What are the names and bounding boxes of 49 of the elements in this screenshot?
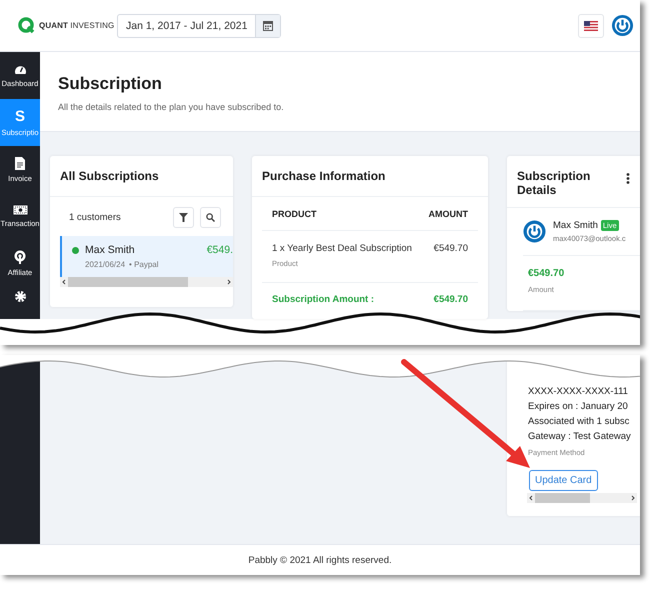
- page-subtitle: All the details related to the plan you have subscribed to.: [58, 102, 285, 112]
- more-options-icon[interactable]: [626, 173, 630, 184]
- horizontal-scrollbar[interactable]: [60, 277, 233, 287]
- chevron-left-icon[interactable]: [60, 277, 68, 287]
- antenna-icon: [14, 250, 26, 264]
- total-label: Subscription Amount :: [272, 294, 374, 305]
- customer-name: Max Smith: [553, 220, 598, 231]
- chevron-right-icon[interactable]: [225, 277, 233, 287]
- total-amount: €549.70: [434, 294, 468, 305]
- language-button[interactable]: [578, 14, 604, 38]
- payment-method: • Paypal: [129, 260, 159, 269]
- page-title: Subscription: [58, 74, 163, 94]
- customer-name: Max Smith: [85, 244, 136, 256]
- subscription-date: 2021/06/24: [85, 260, 126, 269]
- customer-count: 1 customers: [68, 212, 122, 223]
- update-card-button[interactable]: Update Card: [529, 470, 598, 491]
- payment-detail: Associated with 1 subsc: [528, 415, 630, 428]
- column-header: PRODUCT: [272, 208, 316, 218]
- column-header: AMOUNT: [428, 208, 468, 218]
- flag-icon: [584, 20, 598, 30]
- product-amount: €549.70: [434, 243, 468, 256]
- chevron-right-icon[interactable]: [629, 493, 637, 503]
- payment-detail: Gateway : Test Gateway: [528, 430, 632, 443]
- document-icon: [15, 156, 25, 170]
- search-button[interactable]: [200, 207, 221, 228]
- avatar-power-icon: [523, 220, 546, 243]
- amount-value: €549.70: [528, 268, 566, 279]
- search-icon: [206, 213, 215, 222]
- card-title: All Subscriptions: [60, 169, 159, 183]
- calendar-icon: [263, 20, 274, 31]
- subscription-row[interactable]: Max Smith €549. 2021/06/24 • Paypal: [60, 236, 233, 277]
- filter-icon: [179, 213, 188, 222]
- gauge-icon: [14, 64, 26, 74]
- filter-button[interactable]: [173, 207, 194, 228]
- card-title: Purchase Information: [262, 169, 386, 183]
- date-range-field[interactable]: Jan 1, 2017 - Jul 21, 2021: [117, 14, 282, 38]
- gear-icon: [14, 290, 26, 303]
- product-name: 1 x Yearly Best Deal Subscription: [272, 243, 412, 254]
- copyright-text: Pabbly © 2021 All rights reserved.: [248, 554, 392, 566]
- subscription-letter-icon: S: [14, 108, 25, 124]
- subscription-amount: €549.: [206, 244, 233, 256]
- chevron-left-icon[interactable]: [527, 493, 535, 503]
- payment-detail: Expires on : January 20: [528, 400, 629, 413]
- logo-icon: [18, 17, 35, 34]
- horizontal-scrollbar[interactable]: [527, 493, 637, 503]
- logo-text: QUANT INVESTING: [39, 21, 114, 30]
- payment-detail: XXXX-XXXX-XXXX-111: [528, 385, 629, 398]
- banknote-icon: [12, 205, 28, 215]
- power-icon[interactable]: [611, 14, 634, 37]
